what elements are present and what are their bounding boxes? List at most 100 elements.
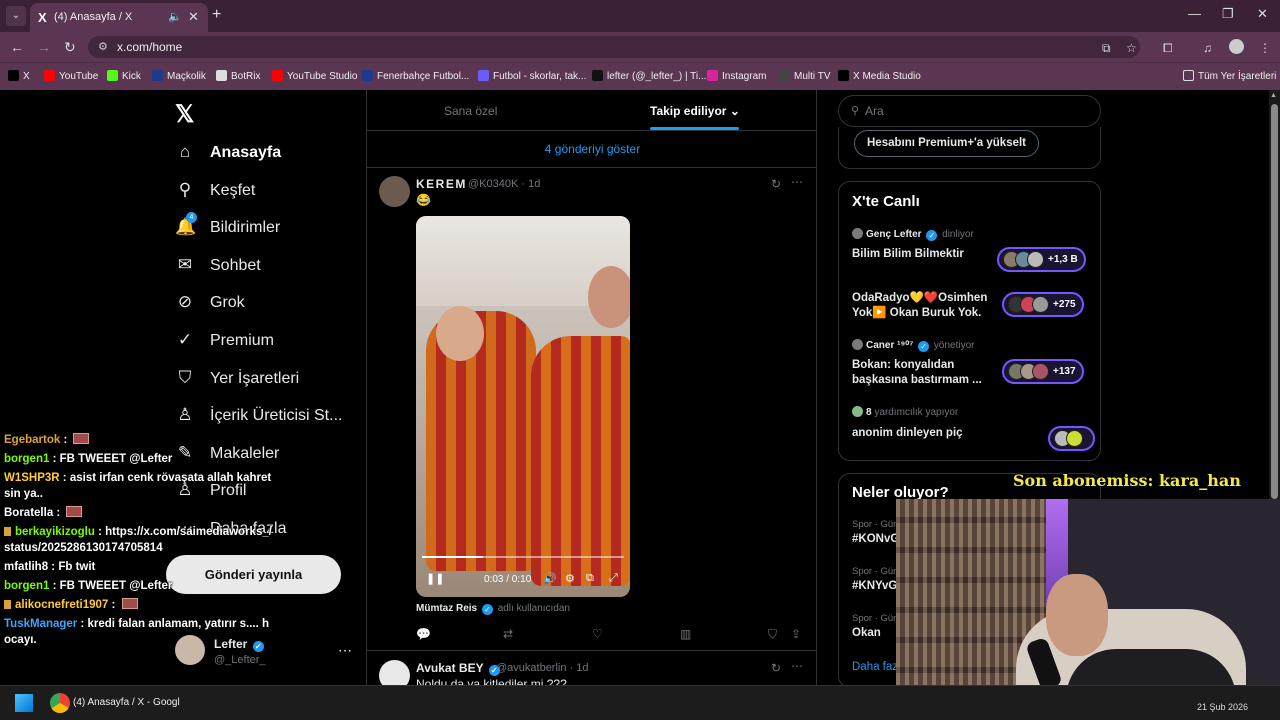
post-author-name[interactable]: KEREM [416, 177, 467, 191]
post-author-avatar[interactable] [379, 660, 410, 685]
bookmark-8[interactable]: lefter (@_lefter_) | Ti... [592, 70, 706, 82]
video-frame [531, 336, 630, 586]
scrollbar-thumb[interactable] [1271, 104, 1278, 499]
post-text: 😂 [416, 193, 431, 207]
verified-icon: ✓ [481, 604, 493, 615]
grok-post-icon[interactable]: ↻ [771, 661, 781, 675]
post-author-handle[interactable]: @K0340K · 1d [468, 178, 540, 190]
trend-item[interactable]: #KONvG [852, 533, 899, 545]
bookmark-1[interactable]: YouTube [44, 70, 98, 82]
space-title[interactable]: OdaRadyo💛❤️Osimhen Yok▶️ Okan Buruk Yok. [852, 291, 997, 321]
space-title[interactable]: Bokan: konyalıdan başkasına bastırmam ..… [852, 358, 992, 388]
search-input[interactable]: ⚲ Ara [838, 95, 1101, 127]
bookmark-4[interactable]: BotRix [216, 70, 260, 82]
star-icon[interactable]: ☆ [1126, 41, 1137, 55]
restore-icon[interactable]: ❐ [1222, 6, 1234, 22]
bookmark-0[interactable]: X [8, 70, 30, 82]
space-listeners-pill[interactable]: +1,3 B [997, 247, 1086, 272]
tab-search-button[interactable]: ⌄ [6, 6, 26, 26]
video-progress-fill [422, 556, 483, 558]
video-attribution[interactable]: Mümtaz Reis ✓ adlı kullanıcıdan [416, 603, 570, 615]
bookmark-3[interactable]: Maçkolik [152, 70, 206, 82]
pause-icon[interactable]: ❚❚ [426, 572, 444, 585]
show-more-link[interactable]: Daha faz [852, 661, 898, 673]
space-host[interactable]: Caner ¹⁹⁰⁷ ✓ yönetiyor [852, 339, 974, 352]
space-title[interactable]: Bilim Bilim Bilmektir [852, 247, 992, 262]
browser-tab[interactable]: X (4) Anasayfa / X 🔈 ✕ [30, 3, 208, 32]
all-bookmarks-link[interactable]: Tüm Yer İşaretleri [1183, 70, 1276, 82]
views-icon[interactable]: ▥ [680, 627, 691, 641]
post-text: Noldu da ya kitlediler mi ??? [416, 677, 567, 685]
account-more-icon[interactable]: ⋯ [338, 642, 352, 659]
extensions-icon[interactable]: ⧠ [1163, 41, 1173, 56]
space-listeners-pill[interactable]: +137 [1002, 359, 1084, 384]
bookmark-10[interactable]: Multi TV [779, 70, 831, 82]
like-icon[interactable]: ♡ [592, 627, 603, 641]
home-timeline: Sana özel Takip ediliyor ⌄ 4 gönderiyi g… [366, 90, 817, 685]
reply-icon[interactable]: 💬 [416, 627, 431, 641]
close-window-icon[interactable]: ✕ [1257, 6, 1268, 22]
bookmark-icon[interactable]: ⛉ [768, 627, 777, 642]
grok-post-icon[interactable]: ↻ [771, 177, 781, 191]
trend-item[interactable]: #KNYvG [852, 580, 897, 592]
space-listeners-pill[interactable] [1048, 426, 1095, 451]
close-tab-icon[interactable]: ✕ [188, 9, 199, 25]
chat-message: borgen1 : FB TWEEET @Lefter [4, 451, 274, 467]
bookmark-9[interactable]: Instagram [707, 70, 766, 82]
bookmark-11[interactable]: X Media Studio [838, 70, 921, 82]
address-bar[interactable]: ⚙ x.com/home [88, 36, 1140, 58]
nav-item-label: Yer İşaretleri [210, 369, 300, 387]
bookmark-7[interactable]: Futbol - skorlar, tak... [478, 70, 586, 82]
post-more-icon[interactable]: ⋯ [791, 659, 803, 673]
verified-icon: ✓ [926, 230, 938, 241]
post-author-handle[interactable]: @avukatberlin · 1d [496, 662, 589, 674]
start-icon[interactable] [15, 694, 33, 712]
chrome-icon[interactable] [50, 693, 70, 713]
scroll-up-icon[interactable]: ▲ [1270, 92, 1277, 99]
back-icon[interactable]: ← [10, 39, 24, 55]
mackolik-icon [152, 70, 163, 81]
taskbar-window-label[interactable]: (4) Anasayfa / X - Googl [73, 697, 180, 708]
post-more-icon[interactable]: ⋯ [791, 175, 803, 189]
site-settings-icon[interactable]: ⚙ [98, 40, 108, 53]
post-author-avatar[interactable] [379, 176, 410, 207]
trend-category: Spor · Gün [852, 566, 899, 577]
minimize-icon[interactable]: — [1188, 6, 1201, 21]
chat-username: berkayikizoglu [15, 526, 95, 538]
bookmark-5[interactable]: YouTube Studio [272, 70, 357, 82]
post-author-name[interactable]: Avukat BEY ✓ [416, 661, 502, 676]
bookmark-6[interactable]: Fenerbahçe Futbol... [362, 70, 469, 82]
menu-icon[interactable]: ⋮ [1259, 41, 1271, 55]
new-tab-button[interactable]: + [212, 6, 221, 24]
volume-icon[interactable]: 🔊 [543, 572, 557, 585]
mail-icon: ✉ [177, 254, 193, 274]
show-new-posts-link[interactable]: 4 gönderiyi göster [367, 142, 816, 156]
speaker-icon[interactable]: 🔈 [168, 10, 182, 23]
media-control-icon[interactable]: ♫ [1203, 41, 1212, 55]
taskbar-clock[interactable]: 21 Şub 2026 [1197, 702, 1248, 712]
post-video[interactable]: ❚❚ 0:03 / 0:10 🔊 ⚙ ⧉ ⤢ [416, 216, 630, 597]
youtube-icon [44, 70, 55, 81]
chat-text: Fb twit [58, 561, 96, 573]
tab-following[interactable]: Takip ediliyor ⌄ [650, 104, 740, 118]
upgrade-premium-button[interactable]: Hesabını Premium+'a yükselt [854, 130, 1040, 157]
install-app-icon[interactable]: ⧉ [1102, 41, 1111, 56]
settings-icon[interactable]: ⚙ [565, 572, 575, 585]
space-host[interactable]: 8 yardımcılık yapıyor [852, 406, 958, 418]
bookmark-2[interactable]: Kick [107, 70, 141, 82]
repost-icon[interactable]: ⇄ [503, 627, 513, 641]
fullscreen-icon[interactable]: ⤢ [609, 572, 618, 585]
pip-icon[interactable]: ⧉ [586, 572, 594, 585]
forward-icon[interactable]: → [37, 39, 51, 55]
space-title[interactable]: anonim dinleyen piç [852, 426, 992, 441]
space-listeners-pill[interactable]: +275 [1002, 292, 1084, 317]
multitv-icon [779, 70, 790, 81]
reload-icon[interactable]: ↻ [64, 39, 76, 56]
profile-avatar[interactable] [1229, 39, 1244, 54]
space-host[interactable]: Genç Lefter ✓ dinliyor [852, 228, 974, 241]
x-logo-icon[interactable]: 𝕏 [175, 100, 194, 129]
video-progress-bar[interactable] [422, 556, 624, 558]
tab-for-you[interactable]: Sana özel [444, 104, 497, 118]
trend-item[interactable]: Okan [852, 627, 881, 639]
share-icon[interactable]: ⇪ [791, 627, 801, 641]
